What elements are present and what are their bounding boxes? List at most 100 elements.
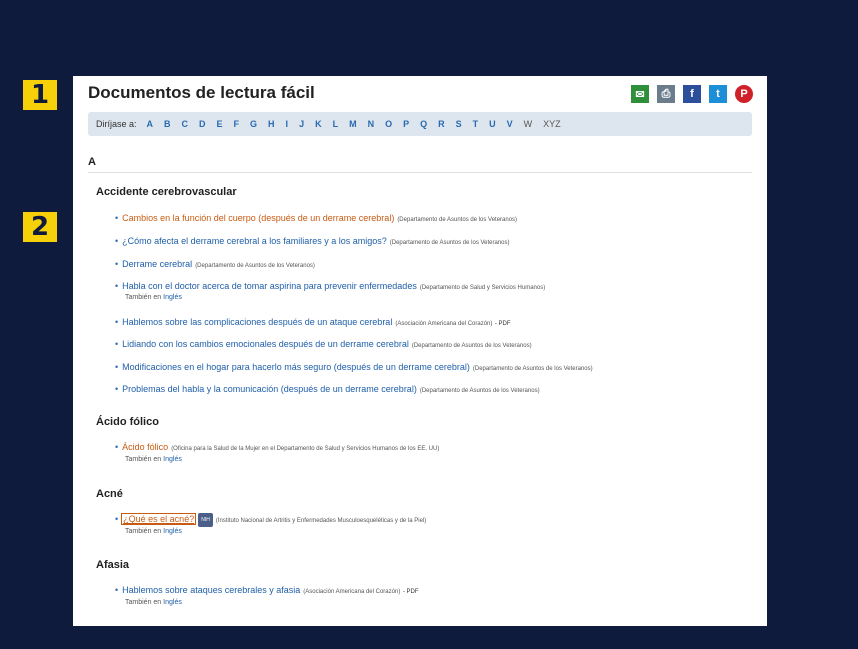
also-label: También en — [125, 528, 162, 535]
alphabet-letter-q[interactable]: Q — [420, 119, 427, 129]
document-link[interactable]: ¿Cómo afecta el derrame cerebral a los f… — [122, 236, 387, 246]
also-in-english: También en Inglés — [125, 456, 182, 463]
source-text: (Departamento de Salud y Servicios Human… — [419, 285, 546, 291]
document-link[interactable]: Ácido fólico — [122, 442, 168, 452]
also-label: También en — [125, 456, 162, 463]
alphabet-letter-i[interactable]: I — [286, 119, 289, 129]
list-item: • Ácido fólico (Oficina para la Salud de l… — [115, 441, 439, 455]
bullet-icon: • — [115, 317, 119, 327]
english-link[interactable]: Inglés — [163, 599, 182, 606]
content-panel: Documentos de lectura fácil ✉ ⎙ f t P Di… — [73, 76, 767, 626]
pdf-label: - PDF — [402, 589, 419, 595]
source-text: (Departamento de Asuntos de los Veterano… — [419, 388, 540, 394]
pdf-label: - PDF — [494, 321, 511, 327]
alphabet-letter-xyz: XYZ — [543, 119, 561, 129]
document-link[interactable]: Derrame cerebral — [122, 259, 192, 269]
alphabet-letter-e[interactable]: E — [217, 119, 223, 129]
list-item: • Modificaciones en el hogar para hacerlo… — [115, 361, 593, 375]
bullet-icon: • — [115, 281, 119, 291]
source-text: (Oficina para la Salud de la Mujer en el… — [171, 446, 440, 452]
alphabet-letter-u[interactable]: U — [489, 119, 496, 129]
bullet-icon: • — [115, 339, 119, 349]
alphabet-letter-p[interactable]: P — [403, 119, 409, 129]
bullet-icon: • — [115, 236, 119, 246]
alphabet-letter-c[interactable]: C — [182, 119, 189, 129]
alphabet-letter-b[interactable]: B — [164, 119, 171, 129]
source-text: (Asociación Americana del Corazón) — [303, 589, 401, 595]
document-link[interactable]: Hablemos sobre las complicaciones despué… — [122, 317, 392, 327]
source-text: (Departamento de Asuntos de los Veterano… — [397, 217, 518, 223]
alphabet-letter-w: W — [523, 119, 533, 129]
section-title-afasia: Afasia — [96, 559, 130, 571]
section-title-acne: Acné — [96, 488, 123, 500]
also-label: También en — [125, 599, 162, 606]
document-link[interactable]: Problemas del habla y la comunicación (d… — [122, 384, 417, 394]
nih-badge: NIH — [198, 513, 213, 527]
english-link[interactable]: Inglés — [163, 294, 182, 301]
alphabet-nav: Diríjase a: A B C D E F G H I J K L M N … — [88, 112, 752, 136]
document-link[interactable]: Lidiando con los cambios emocionales des… — [122, 339, 409, 349]
annotation-badge-1: 1 — [23, 80, 57, 110]
print-icon[interactable]: ⎙ — [657, 85, 675, 103]
document-link[interactable]: Habla con el doctor acerca de tomar aspi… — [122, 281, 417, 291]
alphabet-letter-m[interactable]: M — [349, 119, 357, 129]
list-item: • ¿Cómo afecta el derrame cerebral a los … — [115, 235, 510, 249]
alphabet-letter-k[interactable]: K — [315, 119, 322, 129]
english-link[interactable]: Inglés — [163, 528, 182, 535]
bullet-icon: • — [115, 259, 119, 269]
document-link[interactable]: Hablemos sobre ataques cerebrales y afas… — [122, 585, 300, 595]
annotation-badge-2: 2 — [23, 212, 57, 242]
alphabet-letter-r[interactable]: R — [438, 119, 445, 129]
bullet-icon: • — [115, 213, 119, 223]
alphabet-letter-s[interactable]: S — [456, 119, 462, 129]
source-text: (Departamento de Asuntos de los Veterano… — [472, 366, 593, 372]
document-link[interactable]: Cambios en la función del cuerpo (despué… — [122, 213, 394, 223]
twitter-icon[interactable]: t — [709, 85, 727, 103]
also-in-english: También en Inglés — [125, 528, 182, 535]
alphabet-letter-a[interactable]: A — [147, 119, 154, 129]
alphabet-letter-l[interactable]: L — [333, 119, 339, 129]
also-in-english: También en Inglés — [125, 599, 182, 606]
list-item: • Cambios en la función del cuerpo (despu… — [115, 212, 517, 226]
alphabet-nav-label: Diríjase a: — [96, 119, 137, 129]
document-link[interactable]: ¿Qué es el acné? — [121, 513, 197, 526]
alphabet-letter-h[interactable]: H — [268, 119, 275, 129]
bullet-icon: • — [115, 442, 119, 452]
bullet-icon: • — [115, 585, 119, 595]
page-title: Documentos de lectura fácil — [88, 83, 315, 102]
section-title-accidente: Accidente cerebrovascular — [96, 186, 237, 198]
alphabet-letter-n[interactable]: N — [368, 119, 375, 129]
alphabet-letter-j[interactable]: J — [299, 119, 304, 129]
section-title-acido-folico: Ácido fólico — [96, 416, 159, 428]
list-item: • Hablemos sobre las complicaciones despu… — [115, 316, 511, 330]
alphabet-letter-v[interactable]: V — [507, 119, 513, 129]
list-item: • Lidiando con los cambios emocionales de… — [115, 338, 532, 352]
document-link[interactable]: Modificaciones en el hogar para hacerlo … — [122, 362, 470, 372]
source-text: (Departamento de Asuntos de los Veterano… — [389, 240, 510, 246]
source-text: (Instituto Nacional de Artritis y Enferm… — [215, 518, 427, 525]
pinterest-icon[interactable]: P — [735, 85, 753, 103]
alphabet-letter-g[interactable]: G — [250, 119, 257, 129]
source-text: (Departamento de Asuntos de los Veterano… — [411, 343, 532, 349]
source-text: (Departamento de Asuntos de los Veterano… — [195, 263, 315, 269]
list-item: • Habla con el doctor acerca de tomar asp… — [115, 280, 545, 294]
list-item: • Problemas del habla y la comunicación (… — [115, 383, 540, 397]
bullet-icon: • — [115, 362, 119, 372]
alphabet-letter-t[interactable]: T — [473, 119, 479, 129]
also-label: También en — [125, 294, 162, 301]
list-item: • ¿Qué es el acné? NIH (Instituto Nacional … — [115, 513, 426, 527]
bullet-icon: • — [115, 384, 119, 394]
share-toolbar: ✉ ⎙ f t P — [631, 85, 753, 103]
alphabet-letter-d[interactable]: D — [199, 119, 206, 129]
bullet-icon: • — [115, 514, 119, 525]
also-in-english: También en Inglés — [125, 294, 182, 301]
english-link[interactable]: Inglés — [163, 456, 182, 463]
list-item: • Hablemos sobre ataques cerebrales y afa… — [115, 584, 419, 598]
alphabet-letter-f[interactable]: F — [234, 119, 240, 129]
facebook-icon[interactable]: f — [683, 85, 701, 103]
list-item: • Derrame cerebral (Departamento de Asunto… — [115, 258, 315, 272]
email-icon[interactable]: ✉ — [631, 85, 649, 103]
letter-heading-a: A — [88, 156, 752, 173]
source-text: (Asociación Americana del Corazón) — [395, 321, 493, 327]
alphabet-letter-o[interactable]: O — [385, 119, 392, 129]
